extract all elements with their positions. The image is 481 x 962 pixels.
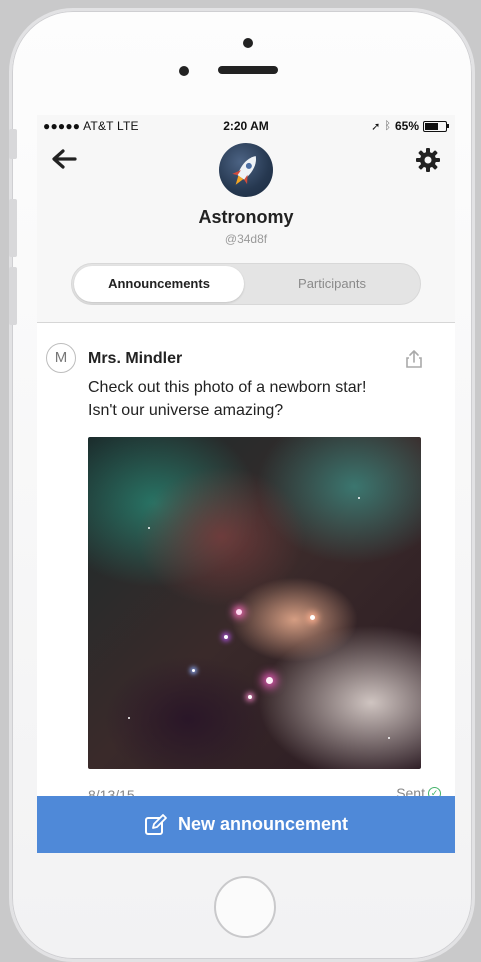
battery-icon [423,120,449,132]
author-avatar: M [46,343,76,373]
home-button[interactable] [214,876,276,938]
volume-down-button [9,267,17,325]
rocket-icon [232,156,257,185]
star-dot [266,677,273,684]
battery-fill [425,122,438,130]
share-icon[interactable] [405,349,423,374]
back-arrow-icon[interactable] [51,148,77,174]
star-dot [358,497,360,499]
volume-up-button [9,199,17,257]
star-dot [236,609,242,615]
segmented-tabs: Announcements Participants [71,263,421,305]
class-header: ●●●●● AT&T LTE 2:20 AM ➚ ᛒ 65% Astronomy… [37,115,455,323]
compose-icon [144,813,167,835]
class-code: @34d8f [224,232,268,246]
class-name: Astronomy [198,207,294,227]
star-dot [310,615,315,620]
app-screen: ●●●●● AT&T LTE 2:20 AM ➚ ᛒ 65% Astronomy… [37,115,455,853]
new-announcement-button[interactable]: New announcement [37,796,455,853]
tab-participants[interactable]: Participants [246,266,418,302]
new-announcement-label: New announcement [177,814,349,834]
status-bar: ●●●●● AT&T LTE 2:20 AM ➚ ᛒ 65% [37,119,455,135]
gear-icon[interactable] [415,147,441,178]
announcement-line-2: Isn't our universe amazing? [88,402,284,419]
star-dot [388,737,390,739]
location-icon: ➚ [371,120,381,133]
announcement-text: Check out this photo of a newborn star! … [88,376,428,422]
announcement-card: M Mrs. Mindler Check out this photo of a… [37,323,455,803]
star-dot [248,695,252,699]
front-camera [243,38,253,48]
bluetooth-icon: ᛒ [384,120,391,132]
star-dot [128,717,130,719]
class-avatar [219,143,273,197]
tab-announcements[interactable]: Announcements [74,266,244,302]
mute-switch [9,129,17,159]
author-name: Mrs. Mindler [88,350,183,367]
star-dot [148,527,150,529]
battery-percent: 65% [394,119,419,133]
announcement-photo[interactable] [88,437,421,769]
star-dot [224,635,228,639]
status-right: ➚ ᛒ 65% [371,119,449,133]
proximity-sensor [179,66,189,76]
announcement-line-1: Check out this photo of a newborn star! [88,379,367,396]
star-dot [192,669,195,672]
earpiece-speaker [218,66,278,74]
